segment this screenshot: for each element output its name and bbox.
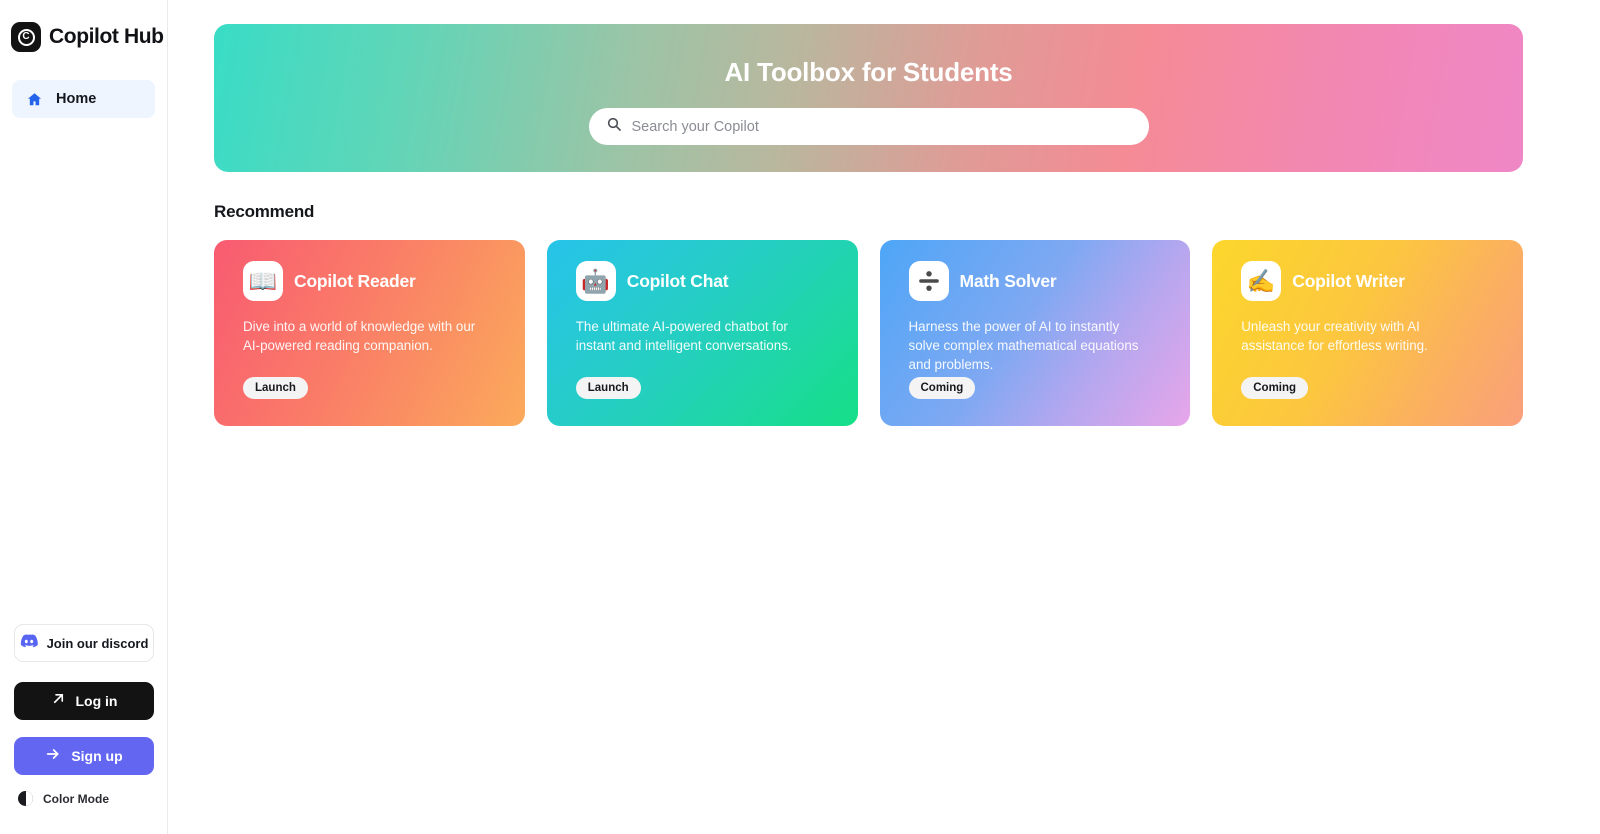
- card-description: Unleash your creativity with AI assistan…: [1241, 319, 1428, 354]
- sidebar-footer: Join our discord Log in Sign up Color Mo…: [0, 624, 168, 806]
- search-icon: [606, 116, 622, 137]
- card-math-solver[interactable]: Math Solver Harness the power of AI to i…: [879, 240, 1191, 426]
- logo-letter: C: [17, 28, 35, 46]
- division-sign-icon: [908, 261, 949, 301]
- card-title: Copilot Chat: [626, 270, 729, 291]
- card-header: 📖 Copilot Reader: [243, 261, 497, 301]
- join-discord-button[interactable]: Join our discord: [14, 624, 154, 662]
- recommend-card-grid: 📖 Copilot Reader Dive into a world of kn…: [214, 240, 1523, 426]
- main-content: AI Toolbox for Students Recommend 📖 Copi…: [168, 0, 1600, 834]
- card-description: Harness the power of AI to instantly sol…: [908, 319, 1139, 373]
- coming-button[interactable]: Coming: [908, 377, 976, 399]
- brand-name: Copilot Hub: [49, 25, 164, 48]
- card-copilot-reader[interactable]: 📖 Copilot Reader Dive into a world of kn…: [214, 240, 525, 426]
- home-icon: [26, 91, 43, 108]
- card-header: ✍️ Copilot Writer: [1241, 261, 1495, 301]
- sign-up-button[interactable]: Sign up: [14, 737, 154, 775]
- launch-button[interactable]: Launch: [243, 377, 308, 399]
- section-title-recommend: Recommend: [214, 202, 315, 221]
- card-description: The ultimate AI-powered chatbot for inst…: [575, 319, 792, 354]
- log-in-button[interactable]: Log in: [14, 682, 154, 720]
- sign-up-label: Sign up: [71, 748, 123, 764]
- card-title: Math Solver: [959, 270, 1057, 291]
- arrow-right-icon: [45, 746, 61, 767]
- log-in-label: Log in: [75, 693, 118, 709]
- color-mode-label: Color Mode: [43, 791, 109, 806]
- card-title: Copilot Reader: [294, 270, 416, 291]
- sidebar-item-home[interactable]: Home: [12, 80, 155, 118]
- color-mode-toggle[interactable]: Color Mode: [14, 791, 154, 806]
- launch-button[interactable]: Launch: [575, 377, 641, 399]
- search-input[interactable]: [631, 118, 1132, 135]
- card-header: Math Solver: [908, 261, 1163, 301]
- join-discord-label: Join our discord: [46, 635, 149, 651]
- hero-banner: AI Toolbox for Students: [214, 24, 1523, 172]
- search-bar[interactable]: [588, 108, 1149, 145]
- arrow-up-right-icon: [51, 691, 66, 711]
- discord-icon: [20, 633, 38, 653]
- robot-icon: 🤖: [575, 261, 616, 301]
- app-root: C Copilot Hub Home Join our discord Log …: [0, 0, 1600, 834]
- brand-logo[interactable]: C Copilot Hub: [0, 0, 167, 52]
- card-copilot-chat[interactable]: 🤖 Copilot Chat The ultimate AI-powered c…: [546, 240, 858, 426]
- writing-hand-icon: ✍️: [1241, 261, 1282, 301]
- copilot-logo-icon: C: [11, 22, 41, 52]
- sidebar-nav: Home: [0, 80, 167, 118]
- sidebar: C Copilot Hub Home Join our discord Log …: [0, 0, 168, 834]
- page-title: AI Toolbox for Students: [724, 57, 1013, 87]
- coming-button[interactable]: Coming: [1241, 377, 1309, 399]
- card-title: Copilot Writer: [1292, 270, 1405, 291]
- card-copilot-writer[interactable]: ✍️ Copilot Writer Unleash your creativit…: [1212, 240, 1523, 426]
- sidebar-item-label: Home: [56, 91, 97, 107]
- card-header: 🤖 Copilot Chat: [575, 261, 830, 301]
- half-moon-icon: [18, 791, 33, 806]
- card-description: Dive into a world of knowledge with our …: [243, 319, 476, 354]
- open-book-icon: 📖: [243, 261, 283, 301]
